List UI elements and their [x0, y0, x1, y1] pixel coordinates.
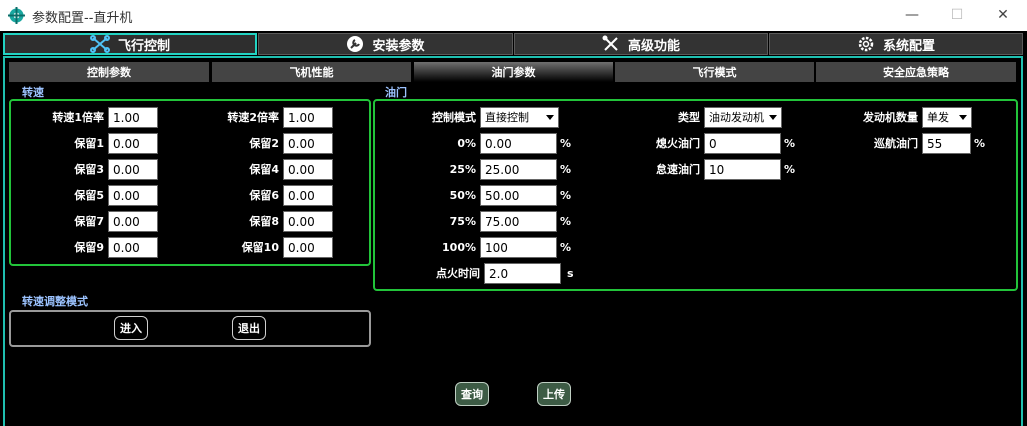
reserved2-input[interactable]: [283, 133, 333, 154]
curve-75-label: 75%: [449, 215, 476, 228]
curve-25-label: 25%: [449, 163, 476, 176]
tab-advanced[interactable]: 高级功能: [514, 33, 768, 55]
tab-label: 高级功能: [627, 38, 680, 54]
close-button[interactable]: ✕: [988, 4, 1018, 26]
upload-button[interactable]: 上传: [537, 382, 571, 406]
tab-system-config[interactable]: 系统配置: [769, 33, 1023, 55]
reserved6-input[interactable]: [283, 185, 333, 206]
cruise-throttle-input[interactable]: [922, 133, 971, 154]
ignition-time-label: 点火时间: [436, 267, 480, 280]
subtab-flight-mode[interactable]: 飞行模式: [615, 62, 814, 82]
subtab-emergency-strategy[interactable]: 安全应急策略: [816, 62, 1016, 82]
reserved1-label: 保留1: [74, 137, 104, 150]
reserved3-label: 保留3: [74, 163, 104, 176]
maximize-button[interactable]: ☐: [942, 4, 972, 26]
cruise-throttle-unit: %: [974, 137, 986, 150]
wrench-icon: [347, 36, 364, 52]
drone-icon: [89, 35, 110, 53]
kill-throttle-unit: %: [784, 137, 796, 150]
reserved10-label: 保留10: [241, 241, 279, 254]
curve-0-label: 0%: [457, 137, 476, 150]
curve-50-label: 50%: [449, 189, 476, 202]
subtab-throttle-params[interactable]: 油门参数: [414, 62, 613, 82]
cruise-throttle-label: 巡航油门: [874, 137, 918, 150]
ignition-time-input[interactable]: [484, 263, 561, 284]
reserved6-label: 保留6: [249, 189, 279, 202]
engine-count-value: 单发: [927, 111, 949, 124]
tab-label: 安装参数: [372, 38, 425, 54]
rpm-adjust-title: 转速调整模式: [22, 295, 88, 308]
exit-button[interactable]: 退出: [232, 316, 266, 340]
curve-100-unit: %: [560, 241, 572, 254]
throttle-section-title: 油门: [385, 86, 407, 99]
curve-25-unit: %: [560, 163, 572, 176]
gear-icon: [858, 36, 874, 52]
tab-label: 飞行控制: [117, 38, 170, 54]
rpm2-ratio-label: 转速2倍率: [227, 111, 279, 124]
reserved7-input[interactable]: [108, 211, 158, 232]
reserved9-input[interactable]: [108, 237, 158, 258]
curve-50-unit: %: [560, 189, 572, 202]
kill-throttle-input[interactable]: [704, 133, 781, 154]
engine-type-value: 油动发动机: [709, 111, 764, 124]
idle-throttle-input[interactable]: [704, 159, 781, 180]
control-mode-select[interactable]: 直接控制: [480, 107, 559, 128]
tab-label: 系统配置: [882, 38, 935, 54]
tab-flight-control[interactable]: 飞行控制: [3, 33, 257, 55]
title-bar: 参数配置--直升机 — ☐ ✕: [0, 0, 1027, 31]
curve-75-input[interactable]: [480, 211, 557, 232]
chevron-down-icon: [959, 115, 967, 120]
chevron-down-icon: [546, 115, 554, 120]
kill-throttle-label: 熄火油门: [656, 137, 700, 150]
curve-25-input[interactable]: [480, 159, 557, 180]
reserved2-label: 保留2: [249, 137, 279, 150]
curve-100-label: 100%: [442, 241, 476, 254]
rpm1-ratio-label: 转速1倍率: [52, 111, 104, 124]
enter-button[interactable]: 进入: [114, 316, 148, 340]
reserved8-label: 保留8: [249, 215, 279, 228]
engine-type-select[interactable]: 油动发动机: [704, 107, 782, 128]
reserved1-input[interactable]: [108, 133, 158, 154]
window-title: 参数配置--直升机: [32, 11, 133, 26]
curve-0-input[interactable]: [480, 133, 557, 154]
reserved8-input[interactable]: [283, 211, 333, 232]
app-icon: [8, 7, 25, 24]
reserved4-label: 保留4: [249, 163, 279, 176]
ignition-time-unit: s: [567, 267, 574, 280]
curve-100-input[interactable]: [480, 237, 557, 258]
subtab-aircraft-performance[interactable]: 飞机性能: [212, 62, 411, 82]
engine-count-label: 发动机数量: [863, 111, 918, 124]
tools-icon: [602, 35, 618, 51]
curve-75-unit: %: [560, 215, 572, 228]
engine-count-select[interactable]: 单发: [922, 107, 972, 128]
rpm1-ratio-input[interactable]: [108, 107, 158, 128]
chevron-down-icon: [769, 115, 777, 120]
idle-throttle-unit: %: [784, 163, 796, 176]
idle-throttle-label: 怠速油门: [656, 163, 700, 176]
reserved9-label: 保留9: [74, 241, 104, 254]
reserved3-input[interactable]: [108, 159, 158, 180]
reserved7-label: 保留7: [74, 215, 104, 228]
curve-50-input[interactable]: [480, 185, 557, 206]
query-button[interactable]: 查询: [455, 382, 489, 406]
minimize-button[interactable]: —: [897, 4, 927, 26]
reserved5-input[interactable]: [108, 185, 158, 206]
reserved10-input[interactable]: [283, 237, 333, 258]
rpm-adjust-group: [9, 310, 371, 347]
rpm2-ratio-input[interactable]: [283, 107, 333, 128]
curve-0-unit: %: [560, 137, 572, 150]
reserved5-label: 保留5: [74, 189, 104, 202]
control-mode-value: 直接控制: [485, 111, 529, 124]
reserved4-input[interactable]: [283, 159, 333, 180]
control-mode-label: 控制模式: [432, 111, 476, 124]
engine-type-label: 类型: [678, 111, 700, 124]
tab-install-params[interactable]: 安装参数: [258, 33, 513, 55]
subtab-control-params[interactable]: 控制参数: [9, 62, 209, 82]
rpm-section-title: 转速: [22, 86, 44, 99]
